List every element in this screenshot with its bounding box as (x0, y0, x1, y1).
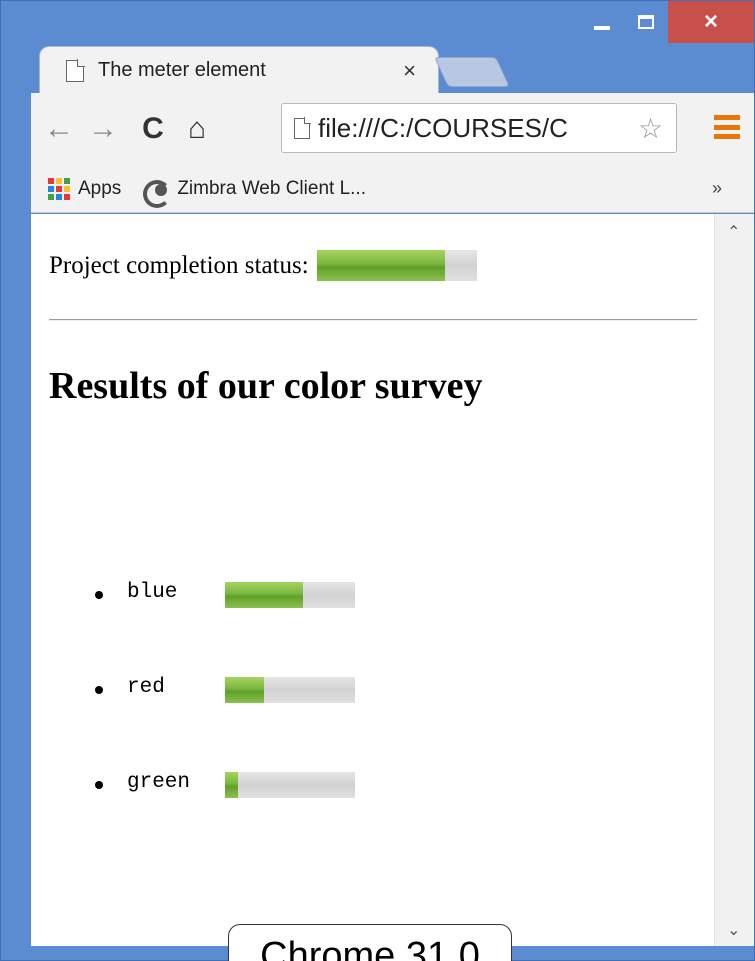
menu-bar-icon (714, 115, 740, 120)
divider (49, 319, 697, 321)
apps-grid-icon (48, 177, 70, 200)
tab-title: The meter element (98, 59, 266, 81)
bookmark-apps[interactable]: Apps (78, 178, 121, 200)
window-controls: × (580, 1, 754, 47)
toolbar: ← → C ⌂ file:///C:/COURSES/C ☆ (31, 93, 754, 165)
scroll-up-icon[interactable]: ⌃ (727, 222, 740, 242)
star-icon[interactable]: ☆ (638, 112, 663, 145)
bookmarks-bar: Apps Zimbra Web Client L... » (31, 165, 754, 213)
bullet-icon (95, 591, 103, 599)
minimize-button[interactable] (580, 1, 624, 43)
close-window-button[interactable]: × (668, 1, 754, 43)
vertical-scrollbar[interactable]: ⌃ ⌄ (714, 214, 754, 946)
color-label: blue (127, 581, 178, 604)
zimbra-icon (141, 176, 172, 208)
color-label: red (127, 676, 165, 699)
maximize-icon (638, 15, 654, 29)
status-meter (316, 250, 477, 281)
survey-meter (225, 677, 355, 703)
bookmarks-overflow-icon[interactable]: » (712, 178, 722, 199)
version-caption: Chrome 31.0 (228, 924, 512, 961)
back-arrow-icon: ← (44, 112, 74, 145)
page-content: Project completion status: Results of ou… (31, 214, 714, 946)
survey-meter (225, 772, 355, 798)
url-text[interactable]: file:///C:/COURSES/C (318, 113, 636, 144)
page-icon (66, 58, 85, 82)
meter-fill (225, 582, 303, 608)
bullet-icon (95, 781, 103, 789)
maximize-button[interactable] (624, 1, 668, 43)
status-label: Project completion status: (49, 251, 309, 279)
forward-button[interactable]: → (83, 109, 123, 149)
project-status: Project completion status: (49, 250, 477, 281)
bookmark-zimbra[interactable]: Zimbra Web Client L... (177, 178, 366, 200)
new-tab-button[interactable] (434, 57, 510, 87)
meter-fill (225, 677, 264, 703)
tab-active[interactable]: The meter element × (39, 46, 439, 94)
scroll-down-icon[interactable]: ⌄ (727, 920, 740, 940)
page-icon (294, 116, 311, 139)
tab-close-icon[interactable]: × (403, 58, 416, 84)
menu-bar-icon (714, 124, 740, 130)
browser-window: × The meter element × ← → C ⌂ file:///C:… (0, 0, 755, 961)
forward-arrow-icon: → (88, 112, 118, 145)
meter-fill (316, 250, 445, 281)
bullet-icon (95, 686, 103, 694)
menu-bar-icon (714, 134, 740, 139)
home-button[interactable]: ⌂ (177, 109, 217, 149)
survey-meter (225, 582, 355, 608)
page-title: Results of our color survey (49, 365, 483, 407)
home-icon: ⌂ (187, 112, 207, 145)
reload-button[interactable]: C (133, 109, 173, 149)
reload-icon: C (142, 112, 164, 145)
back-button[interactable]: ← (39, 109, 79, 149)
chrome-menu-button[interactable] (714, 115, 740, 139)
address-bar[interactable]: file:///C:/COURSES/C ☆ (281, 103, 677, 153)
color-label: green (127, 771, 191, 794)
meter-fill (225, 772, 238, 798)
minimize-icon (594, 26, 610, 30)
